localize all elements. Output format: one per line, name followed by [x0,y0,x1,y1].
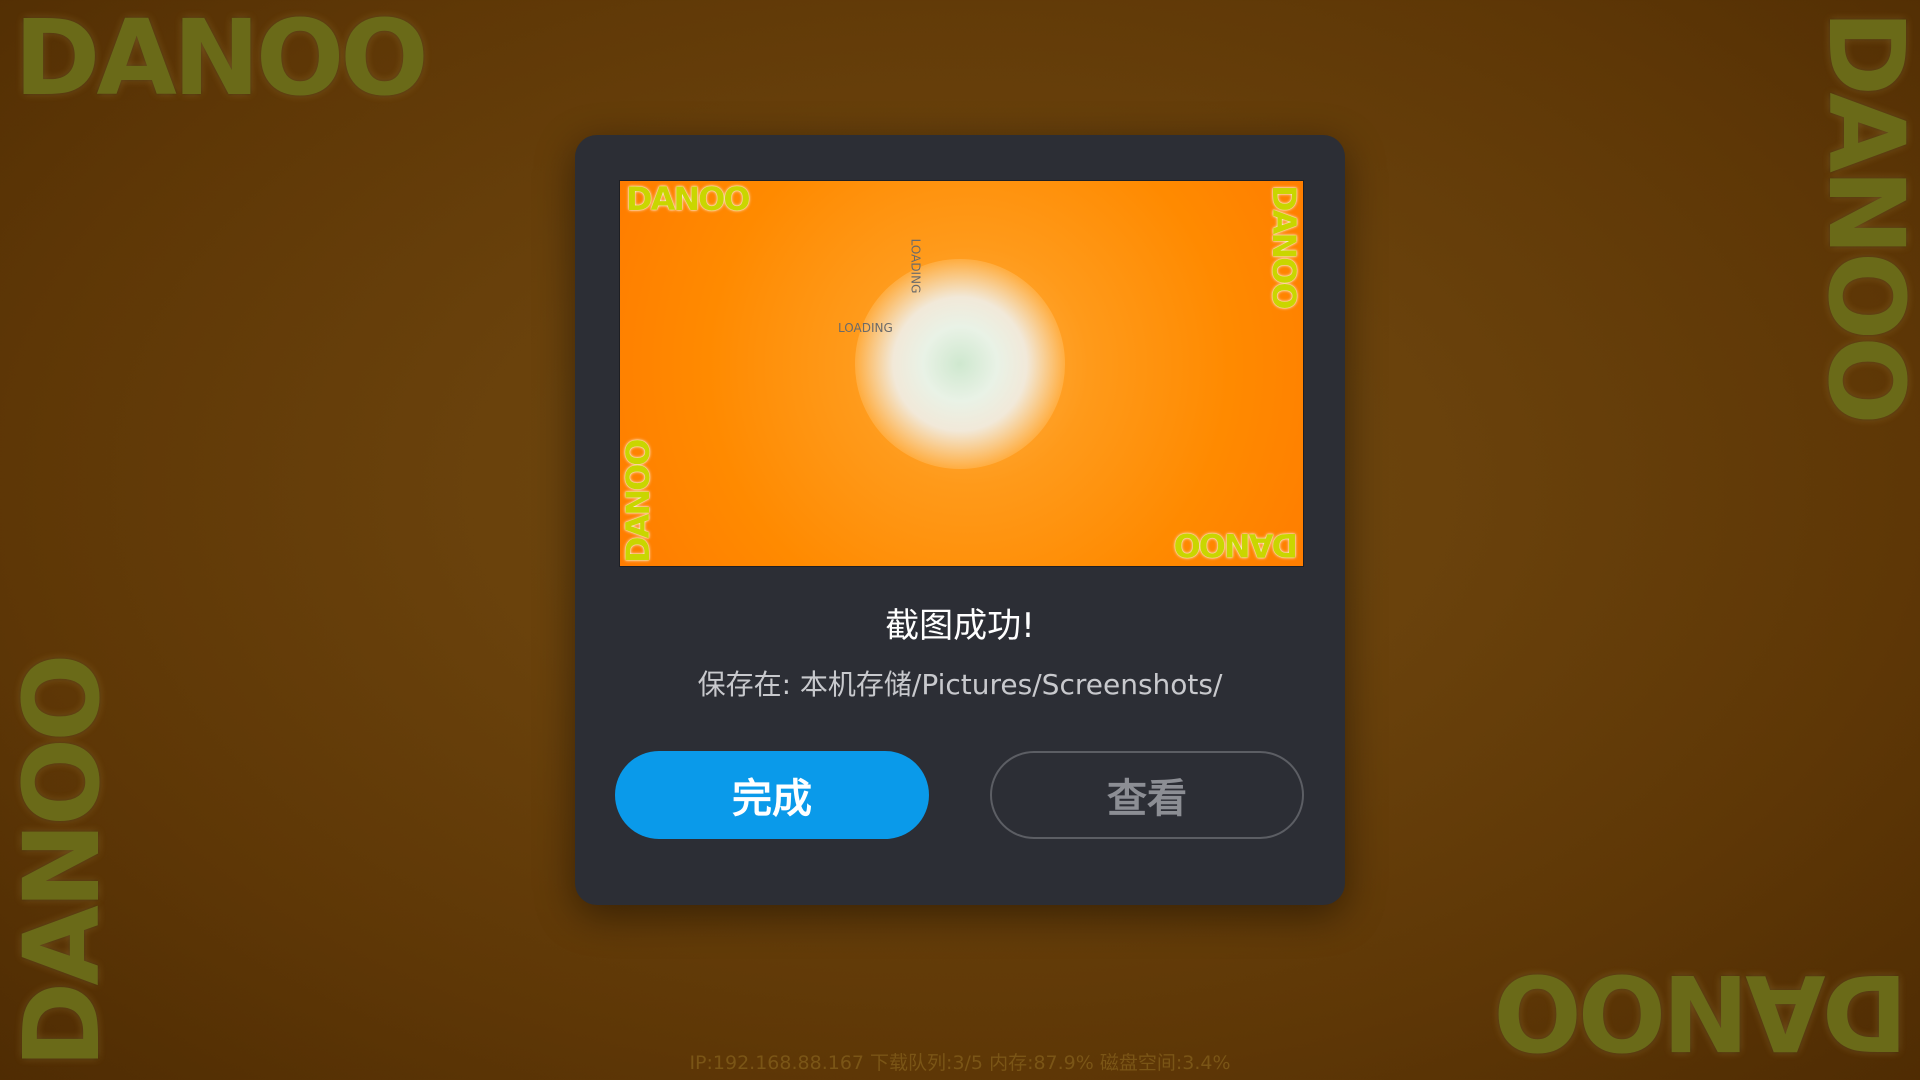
saved-path-text: 保存在: 本机存储/Pictures/Screenshots/ [697,668,1223,701]
screenshot-preview[interactable]: DANOO DANOO DANOO DANOO LOADING LOADING [619,180,1304,567]
dialog-title: 截图成功! [885,606,1035,646]
preview-logo-top-left: DANOO [626,180,751,218]
system-status-bar: IP:192.168.88.167 下载队列:3/5 内存:87.9% 磁盘空间… [689,1052,1231,1074]
brand-logo-top-left: DANOO [14,0,429,119]
loading-spinner-icon [855,259,1065,469]
screenshot-success-dialog: DANOO DANOO DANOO DANOO LOADING LOADING … [575,135,1345,905]
loading-label: LOADING [908,238,923,294]
preview-logo-top-right: DANOO [1265,185,1303,308]
view-button[interactable]: 查看 [990,751,1304,839]
loading-label: LOADING [838,321,893,335]
brand-logo-bottom-left: DANOO [1,657,123,1068]
brand-logo-top-right: DANOO [1805,10,1920,421]
preview-logo-bottom-left: DANOO [619,440,657,563]
done-button[interactable]: 完成 [615,751,929,839]
preview-logo-bottom-right: DANOO [1175,526,1298,564]
